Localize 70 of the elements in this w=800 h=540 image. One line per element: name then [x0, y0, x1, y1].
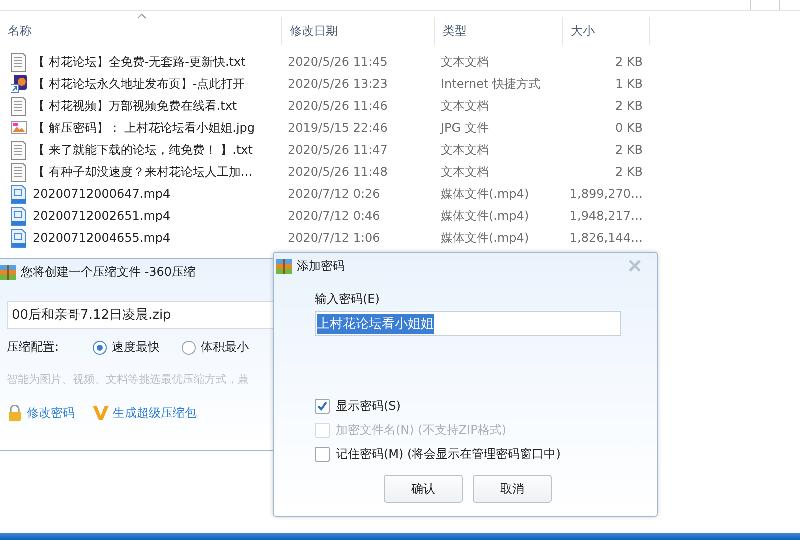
dialog-title: 您将创建一个压缩文件 -360压缩 [21, 264, 196, 280]
text-file-icon [11, 96, 27, 116]
dialog-button[interactable]: 取消 [473, 475, 552, 503]
sort-caret-icon [137, 13, 147, 19]
config-label: 压缩配置: [7, 339, 60, 356]
file-type: 媒体文件(.mp4) [440, 208, 530, 224]
dialog-title: 添加密码 [297, 258, 345, 274]
password-field[interactable]: 上村花论坛看小姐姐 [315, 311, 621, 336]
file-type: JPG 文件 [439, 120, 490, 136]
text-file-icon [11, 140, 27, 160]
file-type: Internet 快捷方式 [440, 76, 542, 92]
video-file-icon [11, 228, 27, 248]
file-type: 媒体文件(.mp4) [440, 186, 530, 202]
v-icon [93, 405, 109, 422]
file-size: 2 KB [614, 143, 643, 157]
file-size: 2 KB [614, 55, 643, 69]
file-name[interactable]: 【 有种子却没速度？来村花论坛人工加… [33, 164, 253, 180]
radio-option[interactable]: 速度最快 [93, 339, 160, 356]
file-type: 文本文档 [440, 98, 490, 114]
column-header[interactable]: 名称 [0, 17, 282, 45]
modified-date: 2020/5/26 13:23 [287, 77, 389, 91]
modified-date: 2020/5/26 11:46 [287, 99, 389, 113]
modified-date: 2020/5/26 11:48 [287, 165, 389, 179]
check-icon [317, 401, 328, 412]
file-type: 文本文档 [440, 142, 490, 158]
field-label: 输入密码(E) [315, 291, 381, 308]
file-name[interactable]: 20200712004655.mp4 [33, 231, 171, 245]
file-size: 2 KB [614, 165, 643, 179]
column-header[interactable]: 修改日期 [282, 17, 435, 45]
file-type: 文本文档 [440, 54, 490, 70]
modified-date: 2020/7/12 0:26 [287, 187, 382, 201]
modified-date: 2020/5/26 11:47 [287, 143, 389, 157]
radio-option[interactable]: 体积最小 [182, 339, 250, 356]
column-header[interactable]: 大小 [563, 17, 650, 45]
filename-field[interactable]: 00后和亲哥7.12日凌晨.zip [7, 301, 274, 329]
file-type: 媒体文件(.mp4) [440, 230, 530, 246]
modified-date: 2020/5/26 11:45 [287, 55, 389, 69]
text-file-icon [11, 52, 27, 72]
modified-date: 2020/7/12 0:46 [287, 209, 382, 223]
link[interactable]: 生成超级压缩包 [93, 405, 197, 422]
dialog-button[interactable]: 确认 [384, 475, 463, 503]
checkbox[interactable]: 记住密码(M) (将会显示在管理密码窗口中) [315, 446, 657, 463]
file-size: 1,826,144… [568, 231, 643, 245]
file-name[interactable]: 【 村花视频】万部视频免费在线看.txt [33, 98, 238, 114]
close-button[interactable] [627, 258, 643, 274]
checkbox[interactable]: 显示密码(S) [315, 398, 657, 415]
text-file-icon [11, 162, 27, 182]
archive-app-icon [276, 258, 292, 274]
modified-date: 2019/5/15 22:46 [287, 121, 389, 135]
shortcut-icon [11, 74, 27, 94]
archive-app-icon [0, 264, 16, 280]
file-name[interactable]: 20200712000647.mp4 [33, 187, 171, 201]
file-size: 1,948,217… [568, 209, 643, 223]
file-name[interactable]: 【 解压密码】： 上村花论坛看小姐姐.jpg [33, 120, 256, 136]
file-size: 2 KB [614, 99, 643, 113]
file-name[interactable]: 【 村花论坛永久地址发布页】-点此打开 [33, 76, 246, 92]
file-size: 0 KB [614, 121, 643, 135]
file-size: 1 KB [614, 77, 643, 91]
lock-icon [7, 405, 23, 422]
file-name[interactable]: 【 村花论坛】全免费-无套路-更新快.txt [33, 54, 246, 70]
file-name[interactable]: 20200712002651.mp4 [33, 209, 171, 223]
file-size: 1,899,270… [568, 187, 643, 201]
video-file-icon [11, 184, 27, 204]
column-header[interactable]: 类型 [435, 17, 563, 45]
modified-date: 2020/7/12 1:06 [287, 231, 382, 245]
link[interactable]: 修改密码 [7, 405, 75, 422]
file-name[interactable]: 【 来了就能下载的论坛，纯免费！ 】.txt [33, 142, 253, 158]
hint-text: 智能为图片、视频、文档等挑选最优压缩方式，兼 [7, 372, 250, 387]
video-file-icon [11, 206, 27, 226]
file-type: 文本文档 [440, 164, 490, 180]
